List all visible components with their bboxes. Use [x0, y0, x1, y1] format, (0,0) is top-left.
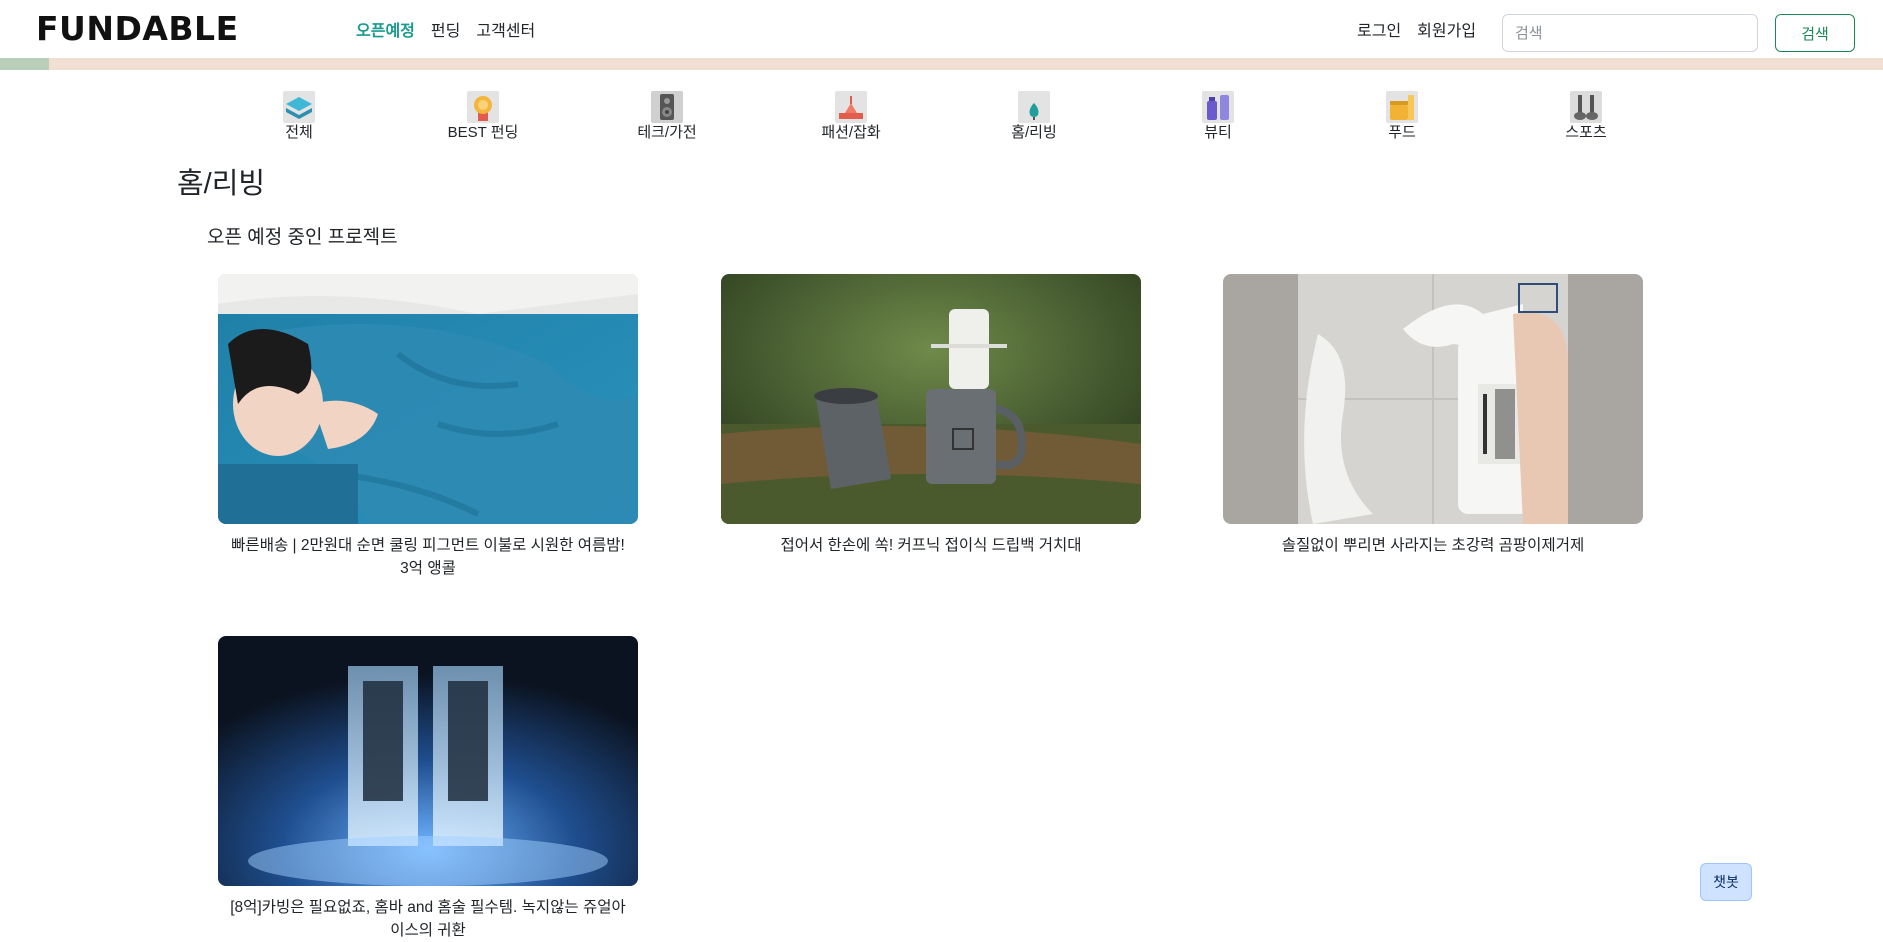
- category-tech[interactable]: 테크/가전: [592, 88, 742, 142]
- search-button[interactable]: 검색: [1775, 14, 1855, 52]
- plant-icon: [1018, 91, 1050, 123]
- food-icon: [1386, 91, 1418, 123]
- project-title[interactable]: 빠른배송 | 2만원대 순면 쿨링 피그먼트 이불로 시원한 여름밤! 3억 앵…: [218, 534, 638, 580]
- project-card[interactable]: [8억]카빙은 필요없죠, 홈바 and 홈술 필수템. 녹지않는 쥬얼아이스의…: [218, 636, 638, 942]
- category-best[interactable]: BEST 펀딩: [408, 88, 558, 142]
- category-label: 테크/가전: [637, 124, 697, 141]
- blue-blanket-photo[interactable]: [218, 274, 638, 524]
- category-label: 푸드: [1388, 124, 1416, 141]
- category-bar: 전체 BEST 펀딩 테크/가전 패션/잡화 홈/리빙 뷰티 푸드 스포츠: [0, 88, 1883, 148]
- nav-link-upcoming[interactable]: 오픈예정: [356, 20, 415, 44]
- medal-icon: [467, 91, 499, 123]
- speaker-icon: [651, 91, 683, 123]
- navbar: FUNDABLE 오픈예정 펀딩 고객센터 로그인 회원가입 검색: [0, 0, 1883, 58]
- category-label: 뷰티: [1204, 124, 1232, 141]
- project-title[interactable]: [8억]카빙은 필요없죠, 홈바 and 홈술 필수템. 녹지않는 쥬얼아이스의…: [218, 896, 638, 942]
- project-title[interactable]: 접어서 한손에 쏙! 커프닉 접이식 드립백 거치대: [721, 534, 1141, 557]
- category-beauty[interactable]: 뷰티: [1143, 88, 1293, 142]
- sports-icon: [1570, 91, 1602, 123]
- mold-remover-spray-photo[interactable]: [1223, 274, 1643, 524]
- project-card[interactable]: 접어서 한손에 쏙! 커프닉 접이식 드립백 거치대: [721, 274, 1141, 557]
- category-label: 스포츠: [1565, 124, 1607, 141]
- layers-icon: [283, 91, 315, 123]
- category-all[interactable]: 전체: [224, 88, 374, 142]
- category-label: 전체: [285, 124, 313, 141]
- signup-link[interactable]: 회원가입: [1417, 20, 1476, 44]
- category-label: 홈/리빙: [1011, 124, 1057, 141]
- brand-logo[interactable]: FUNDABLE: [36, 10, 239, 48]
- category-label: 패션/잡화: [821, 124, 881, 141]
- nav-link-support[interactable]: 고객센터: [476, 20, 535, 44]
- project-card[interactable]: 솔질없이 뿌리면 사라지는 초강력 곰팡이제거제: [1223, 274, 1643, 557]
- auth-links: 로그인 회원가입: [1357, 20, 1476, 44]
- category-food[interactable]: 푸드: [1327, 88, 1477, 142]
- main-nav: 오픈예정 펀딩 고객센터: [356, 20, 535, 44]
- project-card[interactable]: 빠른배송 | 2만원대 순면 쿨링 피그먼트 이불로 시원한 여름밤! 3억 앵…: [218, 274, 638, 580]
- category-label: BEST 펀딩: [447, 124, 519, 141]
- page-title: 홈/리빙: [177, 168, 266, 200]
- chatbot-button[interactable]: 챗봇: [1700, 863, 1752, 901]
- coffee-dripper-photo[interactable]: [721, 274, 1141, 524]
- scroll-progress-bar: [0, 58, 1883, 70]
- nav-link-funding[interactable]: 펀딩: [431, 20, 460, 44]
- category-home[interactable]: 홈/리빙: [959, 88, 1109, 142]
- search-input[interactable]: [1502, 14, 1758, 52]
- project-title[interactable]: 솔질없이 뿌리면 사라지는 초강력 곰팡이제거제: [1223, 534, 1643, 557]
- category-fashion[interactable]: 패션/잡화: [776, 88, 926, 142]
- category-sports[interactable]: 스포츠: [1511, 88, 1661, 142]
- ice-cubes-photo[interactable]: [218, 636, 638, 886]
- scroll-progress-fill: [0, 58, 49, 70]
- login-link[interactable]: 로그인: [1357, 20, 1401, 44]
- cosmetics-icon: [1202, 91, 1234, 123]
- fashion-icon: [835, 91, 867, 123]
- section-title: 오픈 예정 중인 프로젝트: [207, 227, 398, 248]
